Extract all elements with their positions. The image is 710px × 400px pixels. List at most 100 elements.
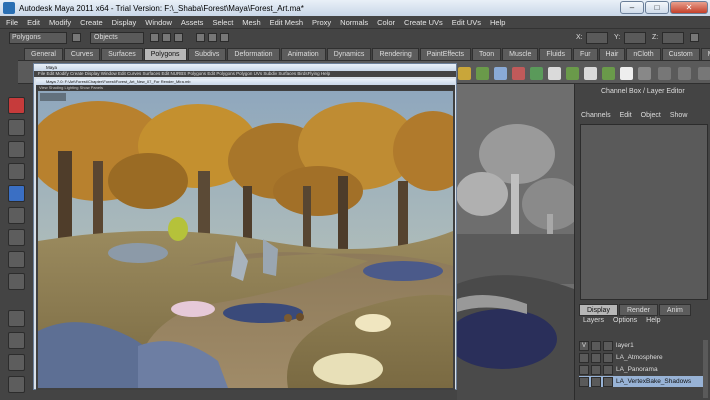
append-polygon-icon[interactable] — [620, 67, 633, 80]
snap-curve-icon[interactable] — [162, 33, 171, 42]
paint-select-tool-icon[interactable] — [8, 141, 25, 158]
y-field[interactable] — [624, 32, 646, 44]
tab-anim[interactable]: Anim — [658, 304, 691, 316]
cb-menu-object[interactable]: Object — [641, 112, 661, 119]
layer-color-swatch[interactable] — [603, 352, 613, 363]
shelf-tab-fur[interactable]: Fur — [573, 48, 598, 60]
menu-set-select[interactable]: Polygons — [9, 32, 67, 44]
rotate-tool-icon[interactable] — [8, 185, 25, 202]
layer-playback-toggle[interactable] — [591, 340, 601, 351]
layer-row-selected[interactable]: LA_VertexBake_Shadows — [579, 376, 705, 387]
layer-playback-toggle[interactable] — [591, 352, 601, 363]
layer-row[interactable]: LA_Atmosphere — [579, 352, 705, 363]
poly-plane-icon[interactable] — [530, 67, 543, 80]
layer-color-swatch[interactable] — [603, 340, 613, 351]
menu-file[interactable]: File — [6, 18, 18, 27]
render-icon[interactable] — [196, 33, 205, 42]
menu-normals[interactable]: Normals — [340, 18, 368, 27]
poly-cylinder-icon[interactable] — [494, 67, 507, 80]
cb-menu-edit[interactable]: Edit — [620, 112, 632, 119]
shelf-tab-polygons[interactable]: Polygons — [143, 48, 187, 60]
shelf-tab-fluids[interactable]: Fluids — [539, 48, 573, 60]
separate-icon[interactable] — [566, 67, 579, 80]
render-view-window[interactable]: Maya File Edit Modify Create Display Win… — [33, 63, 457, 390]
layout-outliner-icon[interactable] — [8, 376, 25, 393]
maximize-button[interactable]: □ — [645, 1, 669, 14]
channel-box-toggle-icon[interactable] — [690, 33, 699, 42]
selection-mask-field[interactable]: Objects — [90, 32, 144, 44]
select-tool-icon[interactable] — [8, 97, 25, 114]
snap-grid-icon[interactable] — [150, 33, 159, 42]
insert-edge-loop-icon[interactable] — [658, 67, 671, 80]
viewport-panel[interactable] — [457, 84, 574, 400]
shelf-tab-curves[interactable]: Curves — [63, 48, 101, 60]
layout-single-pane-icon[interactable] — [8, 310, 25, 327]
layout-four-pane-icon[interactable] — [8, 332, 25, 349]
layer-playback-toggle[interactable] — [591, 376, 601, 387]
minimize-button[interactable]: – — [620, 1, 644, 14]
layer-visibility-toggle[interactable]: V — [579, 340, 589, 351]
select-by-hierarchy-icon[interactable] — [72, 33, 81, 42]
tab-render[interactable]: Render — [618, 304, 658, 316]
layers-menu[interactable]: Layers — [583, 317, 604, 324]
poly-cube-icon[interactable] — [476, 67, 489, 80]
menu-color[interactable]: Color — [377, 18, 395, 27]
layer-visibility-toggle[interactable] — [579, 364, 589, 375]
menu-edit-uvs[interactable]: Edit UVs — [452, 18, 481, 27]
soft-modification-icon[interactable] — [8, 251, 25, 268]
layer-playback-toggle[interactable] — [591, 364, 601, 375]
shelf-tab-toon[interactable]: Toon — [471, 48, 502, 60]
close-button[interactable]: ✕ — [670, 1, 708, 14]
shelf-tab-general[interactable]: General — [24, 48, 63, 60]
split-polygon-icon[interactable] — [638, 67, 651, 80]
bridge-icon[interactable] — [602, 67, 615, 80]
options-menu[interactable]: Options — [613, 317, 637, 324]
tab-display[interactable]: Display — [579, 304, 618, 316]
menu-create-uvs[interactable]: Create UVs — [404, 18, 443, 27]
lasso-tool-icon[interactable] — [8, 119, 25, 136]
shelf-tab-rendering[interactable]: Rendering — [372, 48, 419, 60]
universal-manipulator-icon[interactable] — [8, 229, 25, 246]
menu-window[interactable]: Window — [145, 18, 172, 27]
menu-mesh[interactable]: Mesh — [242, 18, 260, 27]
layer-list-scrollbar[interactable] — [703, 340, 708, 398]
x-field[interactable] — [586, 32, 608, 44]
layer-color-swatch[interactable] — [603, 364, 613, 375]
shelf-tab-painteffects[interactable]: PaintEffects — [419, 48, 471, 60]
reduce-icon[interactable] — [698, 67, 710, 80]
menu-edit[interactable]: Edit — [27, 18, 40, 27]
shelf-tab-dynamics[interactable]: Dynamics — [326, 48, 372, 60]
shelf-tab-subdivs[interactable]: Subdivs — [187, 48, 227, 60]
combine-icon[interactable] — [548, 67, 561, 80]
z-field[interactable] — [662, 32, 684, 44]
layer-row[interactable]: LA_Panorama — [579, 364, 705, 375]
snap-point-icon[interactable] — [174, 33, 183, 42]
cb-menu-show[interactable]: Show — [670, 112, 688, 119]
menu-assets[interactable]: Assets — [181, 18, 204, 27]
smooth-icon[interactable] — [678, 67, 691, 80]
menu-create[interactable]: Create — [80, 18, 103, 27]
help-menu[interactable]: Help — [646, 317, 660, 324]
render-settings-icon[interactable] — [220, 33, 229, 42]
shelf-tab-mirrona[interactable]: Mirrona — [700, 48, 710, 60]
show-manipulator-icon[interactable] — [8, 273, 25, 290]
menu-proxy[interactable]: Proxy — [312, 18, 331, 27]
layer-row[interactable]: V layer1 — [579, 340, 705, 351]
move-tool-icon[interactable] — [8, 163, 25, 180]
channel-list-area[interactable] — [580, 124, 708, 300]
layer-visibility-toggle[interactable] — [579, 352, 589, 363]
shelf-tab-custom[interactable]: Custom — [661, 48, 700, 60]
ipr-render-icon[interactable] — [208, 33, 217, 42]
menu-edit-mesh[interactable]: Edit Mesh — [270, 18, 303, 27]
shelf-tab-hair[interactable]: Hair — [598, 48, 626, 60]
cb-menu-channels[interactable]: Channels — [581, 112, 611, 119]
layout-side-by-side-icon[interactable] — [8, 354, 25, 371]
extrude-icon[interactable] — [584, 67, 597, 80]
shelf-tab-surfaces[interactable]: Surfaces — [101, 48, 143, 60]
poly-sphere-icon[interactable] — [458, 67, 471, 80]
layer-visibility-toggle[interactable] — [579, 376, 589, 387]
menu-help[interactable]: Help — [490, 18, 505, 27]
menu-modify[interactable]: Modify — [49, 18, 71, 27]
layer-color-swatch[interactable] — [603, 376, 613, 387]
menu-display[interactable]: Display — [112, 18, 137, 27]
